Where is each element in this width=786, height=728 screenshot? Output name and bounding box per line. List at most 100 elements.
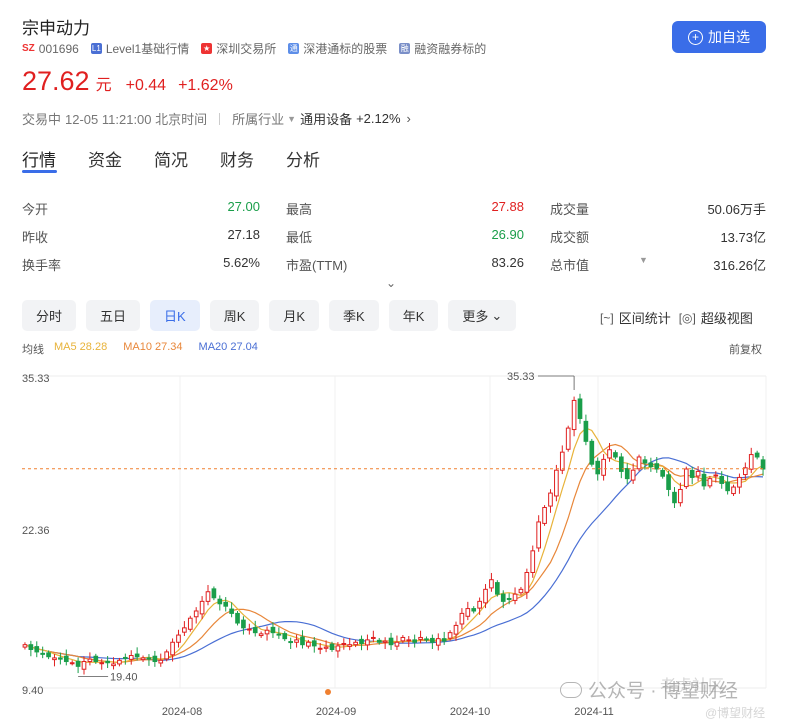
candle-body [187, 617, 193, 630]
candle-body [99, 662, 105, 665]
period-button[interactable]: 周K [209, 300, 260, 331]
candle-body [571, 399, 577, 431]
quote-grid: 今开 27.00 最高 27.88 成交量 50.06万手 昨收 27.18 最低 26.90 成交… [22, 194, 766, 278]
candle-body [418, 636, 423, 640]
scan-view-icon: [◎] [678, 310, 696, 325]
candle-body [400, 636, 406, 642]
candle-body [406, 639, 412, 642]
quote-label: 今开 [22, 201, 49, 217]
ma5-value: MA5 28.28 [54, 341, 108, 353]
candle-body [93, 655, 99, 663]
candle-body [607, 449, 612, 459]
candle-body [453, 624, 459, 635]
x-axis-label: 2024-09 [316, 706, 356, 718]
add-watchlist-button[interactable]: + 加自选 [672, 21, 766, 53]
period-selector: 分时 五日 日K 周K 月K 季K 年K 更多 ⌄ [22, 300, 526, 331]
quote-label: 成交量 [550, 201, 590, 217]
candle-body [75, 660, 81, 667]
period-button[interactable]: 年K [388, 300, 439, 331]
candle-body [87, 658, 93, 663]
period-label: 日K [164, 309, 186, 324]
quote-value: 27.18 [227, 226, 260, 242]
industry-link[interactable]: 通用设备 [300, 109, 352, 128]
candle-body [495, 582, 500, 595]
candle-body [347, 644, 353, 647]
tab-funds[interactable]: 资金 [88, 146, 122, 177]
candle-body [666, 474, 671, 490]
super-view-button[interactable]: [◎] 超级视图 [679, 308, 753, 327]
period-button[interactable]: 五日 [86, 300, 141, 331]
quote-cell: 最高 27.88 [286, 199, 550, 218]
candle-body [518, 588, 524, 594]
candle-body [111, 663, 116, 667]
level1-badge[interactable]: L1 Level1基础行情 [90, 40, 189, 57]
quote-value: 5.62% [223, 254, 260, 270]
x-axis-label: 2024-10 [450, 706, 490, 718]
candle-body [695, 470, 701, 477]
ma-legend: 均线 MA5 28.28 MA10 27.34 MA20 27.04 [22, 341, 258, 357]
chevron-down-icon: ⌄ [491, 307, 503, 323]
tab-profile[interactable]: 简况 [154, 146, 188, 177]
active-tab-indicator [22, 170, 57, 173]
period-label: 年K [402, 309, 425, 324]
quote-row: 今开 27.00 最高 27.88 成交量 50.06万手 [22, 194, 766, 222]
candle-body [465, 608, 471, 617]
candle-body [748, 454, 754, 470]
margin-badge[interactable]: 融 融资融券标的 [399, 40, 486, 57]
candle-body [430, 637, 435, 643]
quote-label: 最高 [286, 201, 313, 217]
ma20-line [24, 457, 764, 661]
period-label: 更多 [462, 309, 489, 324]
exchange-badge[interactable]: ★ 深圳交易所 [201, 40, 276, 57]
candle-body [282, 633, 288, 640]
candle-body [229, 608, 234, 614]
candle-body [512, 593, 518, 601]
period-button[interactable]: 更多 ⌄ [448, 300, 517, 331]
candle-body [376, 639, 382, 643]
candle-body [683, 468, 689, 488]
range-stats-button[interactable]: [~] 区间统计 [600, 308, 671, 327]
period-label: 周K [223, 309, 246, 324]
caret-down-icon[interactable]: ▼ [639, 255, 648, 265]
candle-body [205, 591, 211, 602]
candle-body [258, 633, 264, 637]
expand-chevron-icon[interactable]: ⌄ [386, 276, 396, 290]
connect-badge[interactable]: 通 深港通标的股票 [288, 40, 387, 57]
candle-body [530, 550, 536, 573]
candle-body [394, 641, 400, 647]
quote-label: 昨收 [22, 229, 49, 245]
y-axis-label: 9.40 [22, 685, 43, 697]
quote-value: 27.00 [227, 198, 260, 214]
period-button[interactable]: 季K [329, 300, 379, 331]
tab-analysis[interactable]: 分析 [286, 146, 320, 177]
stock-badges: SZ 001696 L1 Level1基础行情 ★ 深圳交易所 通 深港通标的股… [22, 40, 498, 57]
candle-body [559, 451, 565, 471]
candle-body [447, 632, 453, 639]
candle-body [489, 579, 494, 589]
candle-body [754, 452, 760, 458]
stock-name: 宗申动力 [22, 19, 90, 38]
candle-body [40, 652, 45, 655]
period-button[interactable]: 月K [269, 300, 320, 331]
candle-body [140, 657, 146, 661]
quote-cell: 最低 26.90 [286, 227, 550, 246]
candle-body [117, 659, 122, 665]
candle-body [483, 588, 488, 604]
period-label: 五日 [100, 309, 127, 324]
tab-finance[interactable]: 财务 [220, 146, 254, 177]
candle-body [382, 640, 388, 643]
candle-body [81, 661, 87, 670]
adjust-mode[interactable]: 前复权 [729, 341, 762, 357]
price-unit: 元 [95, 77, 112, 94]
candle-body [288, 641, 293, 644]
period-button[interactable]: 日K [150, 300, 200, 331]
main-tabs: 行情 资金 简况 财务 分析 [22, 146, 352, 177]
last-price: 27.62 [22, 66, 90, 96]
candle-body [252, 627, 258, 634]
chevron-right-icon[interactable]: › [407, 111, 411, 126]
candle-body [176, 634, 181, 643]
quote-value: 316.26亿 [713, 257, 766, 273]
x-axis-label: 2024-08 [162, 706, 202, 718]
period-button[interactable]: 分时 [22, 300, 77, 331]
chart-tools: [~] 区间统计 [◎] 超级视图 [600, 308, 753, 327]
